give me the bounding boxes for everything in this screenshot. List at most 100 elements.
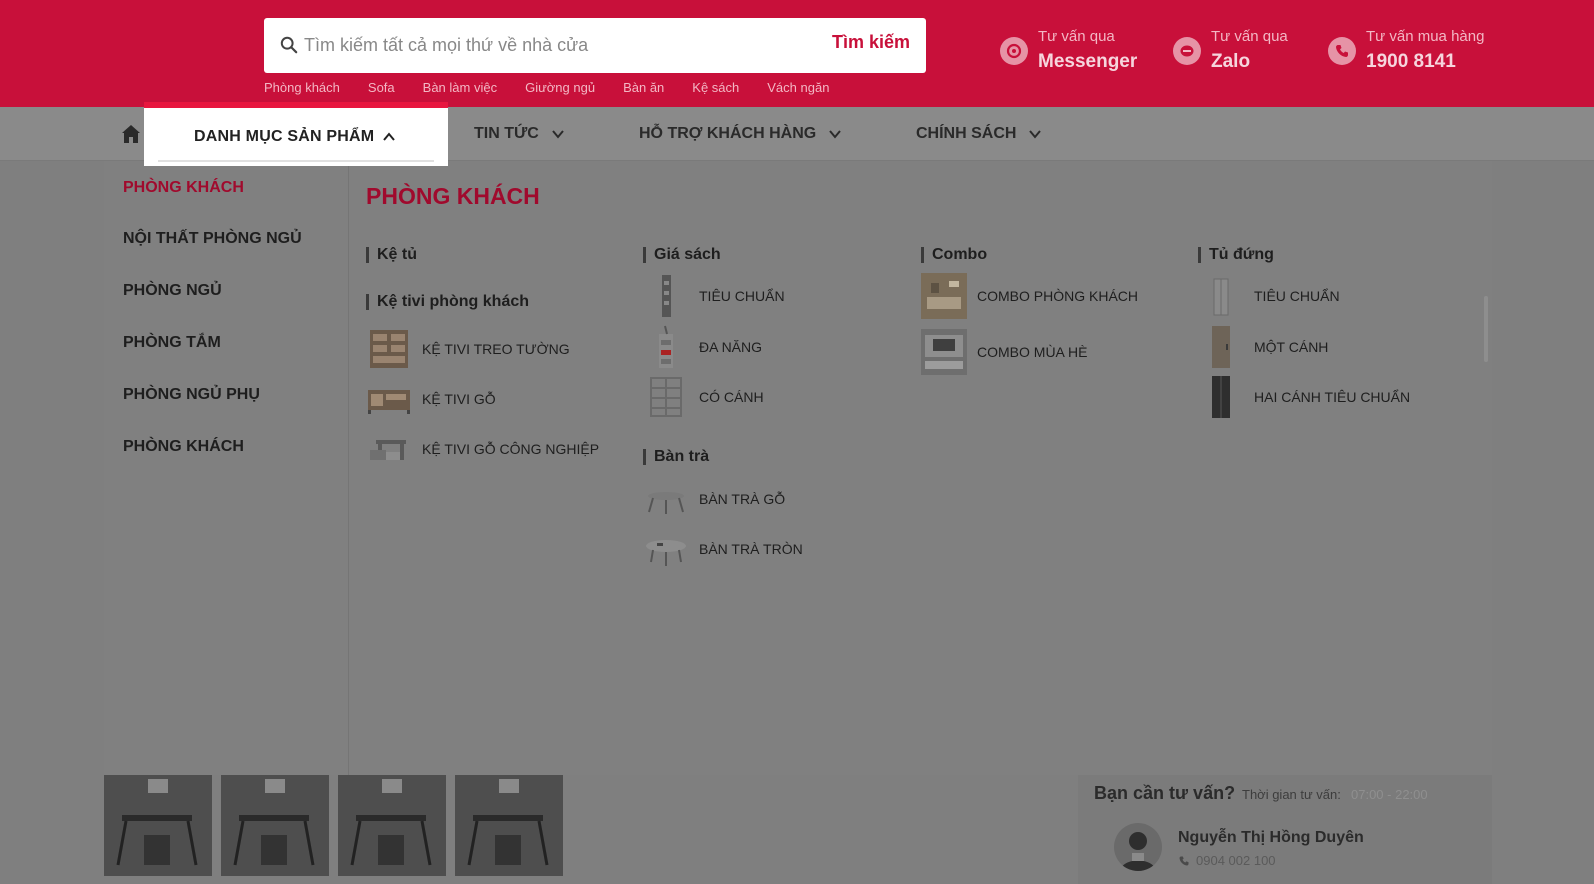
menu-item-label: CÓ CÁNH <box>699 389 764 405</box>
quick-link[interactable]: Bàn làm việc <box>423 80 497 95</box>
product-thumbnail <box>1198 273 1244 319</box>
gallery-thumbnail[interactable] <box>338 775 446 876</box>
product-thumbnail <box>1198 324 1244 370</box>
group-title[interactable]: Kệ tủ <box>366 247 417 263</box>
menu-item-label: HAI CÁNH TIÊU CHUẨN <box>1254 389 1411 405</box>
menu-item-label: MỘT CÁNH <box>1254 339 1329 355</box>
gallery-thumbnail[interactable] <box>104 775 212 876</box>
consult-title: Bạn cần tư vấn? <box>1094 783 1236 803</box>
nav-news[interactable]: TIN TỨC <box>474 125 565 143</box>
menu-item[interactable]: ĐA NĂNG <box>643 324 762 370</box>
contact-zalo[interactable]: Tư vấn qua Zalo <box>1173 28 1288 73</box>
chevron-up-icon <box>383 132 395 141</box>
avatar[interactable] <box>1114 823 1162 871</box>
group-title[interactable]: Bàn trà <box>643 449 709 465</box>
menu-item-label: ĐA NĂNG <box>699 339 763 355</box>
menu-item-label: KỆ TIVI GỖ CÔNG NGHIỆP <box>422 441 600 457</box>
contact-label: Tư vấn qua <box>1038 28 1115 45</box>
quick-link[interactable]: Phòng khách <box>264 80 340 95</box>
chevron-down-icon <box>829 130 841 139</box>
product-thumbnail <box>366 376 412 422</box>
chevron-down-icon <box>1029 130 1042 139</box>
product-thumbnail <box>366 326 412 372</box>
contact-hotline[interactable]: Tư vấn mua hàng 1900 8141 <box>1328 28 1484 73</box>
product-thumbnail <box>1198 374 1244 420</box>
quick-link[interactable]: Giường ngủ <box>525 80 595 95</box>
mega-title: PHÒNG KHÁCH <box>366 183 540 209</box>
scrollbar[interactable] <box>1484 296 1488 362</box>
quick-link[interactable]: Vách ngăn <box>767 80 829 95</box>
menu-item-label: KỆ TIVI GỖ <box>422 391 496 407</box>
group-title[interactable]: Combo <box>921 247 987 263</box>
contact-value: 1900 8141 <box>1366 51 1456 72</box>
zalo-icon <box>1173 36 1201 65</box>
menu-item[interactable]: COMBO PHÒNG KHÁCH <box>921 273 1138 319</box>
phone-icon <box>1179 856 1189 865</box>
sidebar-item-bedroom[interactable]: PHÒNG NGỦ <box>123 282 222 300</box>
menu-item[interactable]: MỘT CÁNH <box>1198 324 1328 370</box>
menu-item[interactable]: BÀN TRÀ GỖ <box>643 476 785 522</box>
gallery-thumbnail[interactable] <box>221 775 329 876</box>
menu-item[interactable]: KỆ TIVI TREO TƯỜNG <box>366 326 570 372</box>
product-thumbnail <box>643 273 689 319</box>
contact-label: Tư vấn qua <box>1211 28 1288 45</box>
messenger-icon <box>1000 36 1028 65</box>
nav-support[interactable]: HỖ TRỢ KHÁCH HÀNG <box>639 125 842 143</box>
menu-item[interactable]: HAI CÁNH TIÊU CHUẨN <box>1198 374 1410 420</box>
contact-value: Zalo <box>1211 51 1251 72</box>
group-title[interactable]: Tủ đứng <box>1198 247 1274 263</box>
search-input[interactable] <box>304 28 804 62</box>
phone-icon <box>1328 36 1356 65</box>
sidebar-item-guest-bedroom[interactable]: PHÒNG NGỦ PHỤ <box>123 386 260 404</box>
product-thumbnail <box>643 476 689 522</box>
gallery-thumbnail[interactable] <box>455 775 563 876</box>
category-sidebar: PHÒNG KHÁCH NỘI THẤT PHÒNG NGỦ PHÒNG NGỦ… <box>104 161 349 775</box>
nav-product-categories[interactable]: DANH MỤC SẢN PHẨM <box>144 102 448 166</box>
search-box: Tìm kiếm <box>264 18 926 73</box>
group-title[interactable]: Kệ tivi phòng khách <box>366 294 529 310</box>
menu-item[interactable]: COMBO MÙA HÈ <box>921 329 1087 375</box>
quick-link[interactable]: Sofa <box>368 80 395 95</box>
sidebar-item-bathroom[interactable]: PHÒNG TẮM <box>123 334 221 352</box>
contact-messenger[interactable]: Tư vấn qua Messenger <box>1000 28 1137 73</box>
contact-label: Tư vấn mua hàng <box>1366 28 1485 45</box>
quick-link[interactable]: Kệ sách <box>692 80 739 95</box>
menu-item-label: COMBO PHÒNG KHÁCH <box>977 288 1139 304</box>
home-icon[interactable] <box>120 123 142 145</box>
menu-item[interactable]: KỆ TIVI GỖ <box>366 376 496 422</box>
menu-item[interactable]: KỆ TIVI GỖ CÔNG NGHIỆP <box>366 426 599 472</box>
group-title[interactable]: Giá sách <box>643 247 721 263</box>
menu-item[interactable]: TIÊU CHUẨN <box>643 273 785 319</box>
phone-number: 0904 002 100 <box>1196 853 1276 868</box>
menu-item[interactable]: BÀN TRÀ TRÒN <box>643 526 803 572</box>
sidebar-item-living-room[interactable]: PHÒNG KHÁCH <box>123 179 244 197</box>
nav-label: TIN TỨC <box>474 125 539 142</box>
menu-item[interactable]: TIÊU CHUẨN <box>1198 273 1340 319</box>
nav-label: DANH MỤC SẢN PHẨM <box>194 128 375 145</box>
sidebar-item-bedroom-furniture[interactable]: NỘI THẤT PHÒNG NGỦ <box>123 230 302 248</box>
product-thumbnail <box>921 273 967 319</box>
nav-label: HỖ TRỢ KHÁCH HÀNG <box>639 125 817 142</box>
sidebar-item-living-room-2[interactable]: PHÒNG KHÁCH <box>123 438 244 456</box>
consult-box: Bạn cần tư vấn? Thời gian tư vấn: 07:00 … <box>1078 775 1492 884</box>
consult-time-label: Thời gian tư vấn: <box>1242 787 1341 802</box>
product-thumbnail <box>366 426 412 472</box>
product-thumbnail <box>921 329 967 375</box>
nav-label: CHÍNH SÁCH <box>916 125 1017 142</box>
mega-menu: PHÒNG KHÁCH NỘI THẤT PHÒNG NGỦ PHÒNG NGỦ… <box>104 161 1492 775</box>
quick-link[interactable]: Bàn ăn <box>623 80 664 95</box>
menu-item-label: BÀN TRÀ TRÒN <box>699 541 803 557</box>
search-button[interactable]: Tìm kiếm <box>832 32 910 53</box>
header-bar: Tìm kiếm Phòng khách Sofa Bàn làm việc G… <box>0 0 1594 107</box>
nav-policy[interactable]: CHÍNH SÁCH <box>916 125 1042 143</box>
product-thumbnail <box>643 526 689 572</box>
menu-item-label: KỆ TIVI TREO TƯỜNG <box>422 341 570 357</box>
search-icon <box>280 36 298 54</box>
menu-item[interactable]: CÓ CÁNH <box>643 374 764 420</box>
consult-time: 07:00 - 22:00 <box>1351 787 1428 802</box>
menu-item-label: TIÊU CHUẨN <box>1254 288 1340 304</box>
quick-links: Phòng khách Sofa Bàn làm việc Giường ngủ… <box>264 80 829 95</box>
menu-item-label: COMBO MÙA HÈ <box>977 344 1088 360</box>
chevron-down-icon <box>552 130 564 139</box>
consultant-phone[interactable]: 0904 002 100 <box>1178 853 1276 868</box>
